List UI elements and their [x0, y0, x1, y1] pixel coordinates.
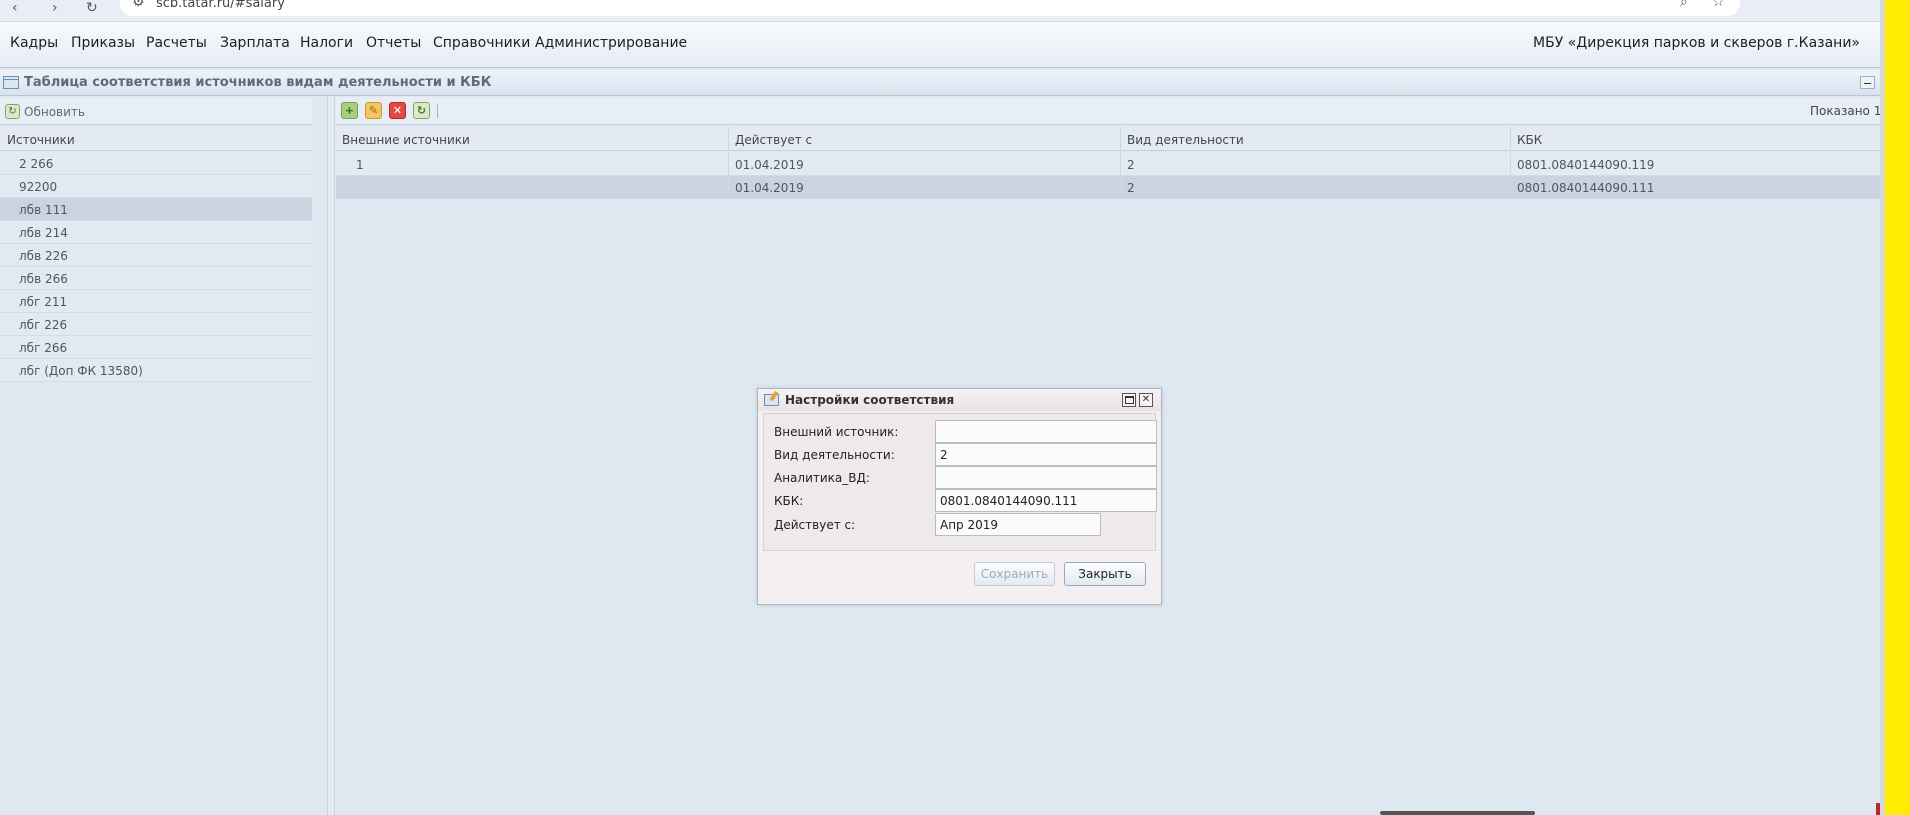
- refresh-sources-button[interactable]: ↻ Обновить: [5, 103, 85, 120]
- column-header-activity-type[interactable]: Вид деятельности: [1120, 127, 1510, 151]
- external-source-field[interactable]: [935, 420, 1157, 443]
- toolbar-separator: [437, 104, 438, 118]
- main-menu: Кадры Приказы Расчеты Зарплата Налоги От…: [0, 22, 1880, 68]
- site-info-icon[interactable]: ⚙: [132, 0, 145, 10]
- activity-type-label: Вид деятельности:: [774, 448, 895, 462]
- activity-type-field[interactable]: [935, 443, 1157, 466]
- close-icon[interactable]: ✕: [1139, 393, 1153, 407]
- back-icon[interactable]: ‹: [12, 0, 18, 16]
- reload-icon[interactable]: ↻: [86, 0, 98, 16]
- pane-splitter[interactable]: [327, 97, 335, 815]
- url-text: scb.tatar.ru/#salary: [156, 0, 285, 11]
- column-header-external-sources[interactable]: Внешние источники: [336, 127, 728, 151]
- sources-column-header[interactable]: Источники: [0, 127, 312, 151]
- mapping-settings-dialog: Настройки соответствия ✕ Внешний источни…: [757, 388, 1162, 605]
- dialog-titlebar[interactable]: Настройки соответствия ✕: [758, 389, 1161, 411]
- refresh-label: Обновить: [24, 104, 85, 119]
- cell-active-from: 01.04.2019: [728, 176, 1120, 199]
- paging-info: Показано 1-2: [1810, 104, 1880, 118]
- browser-toolbar: ‹ › ↻ ⚙ scb.tatar.ru/#salary ⌕ ☆: [0, 0, 1910, 22]
- menu-item-nalogi[interactable]: Налоги: [300, 35, 353, 51]
- corner-marker: [1876, 803, 1880, 815]
- list-item[interactable]: лбг (Доп ФК 13580): [0, 359, 312, 382]
- bookmark-star-icon[interactable]: ☆: [1712, 0, 1725, 10]
- cell-kbk: 0801.0840144090.119: [1510, 153, 1880, 176]
- list-item[interactable]: лбв 111: [0, 198, 312, 221]
- panel-title: Таблица соответствия источников видам де…: [24, 75, 492, 90]
- dialog-form: Внешний источник: Вид деятельности: Анал…: [763, 413, 1157, 551]
- dialog-title: Настройки соответствия: [785, 393, 955, 407]
- list-item[interactable]: лбг 226: [0, 313, 312, 336]
- table-icon: [3, 76, 19, 89]
- menu-item-otchety[interactable]: Отчеты: [366, 35, 421, 51]
- cell-external-source: 1: [356, 158, 364, 172]
- cell-activity-type: 2: [1120, 176, 1510, 199]
- sources-list: 2 266 92200 лбв 111 лбв 214 лбв 226 лбв …: [0, 152, 312, 382]
- close-button[interactable]: Закрыть: [1064, 562, 1146, 586]
- list-item[interactable]: лбв 226: [0, 244, 312, 267]
- kbk-label: КБК:: [774, 494, 804, 508]
- cell-external-source: [336, 176, 728, 199]
- search-icon[interactable]: ⌕: [1680, 0, 1688, 10]
- organization-name: МБУ «Дирекция парков и скверов г.Казани»: [1533, 35, 1860, 51]
- kbk-field[interactable]: [935, 489, 1157, 512]
- table-row[interactable]: 01.04.2019 2 0801.0840144090.111: [336, 176, 1880, 199]
- list-item[interactable]: лбг 211: [0, 290, 312, 313]
- forward-icon[interactable]: ›: [52, 0, 58, 16]
- bottom-handle: [1380, 811, 1535, 815]
- external-source-label: Внешний источник:: [774, 425, 899, 439]
- edit-icon: [764, 394, 779, 406]
- menu-item-zarplata[interactable]: Зарплата: [220, 35, 290, 51]
- menu-item-raschety[interactable]: Расчеты: [146, 35, 207, 51]
- dialog-footer: Сохранить Закрыть: [758, 555, 1161, 604]
- menu-item-administrirovanie[interactable]: Администрирование: [535, 35, 687, 51]
- refresh-icon: ↻: [5, 104, 20, 119]
- sources-toolbar: ↻ Обновить: [0, 97, 312, 125]
- cell-activity-type: 2: [1120, 153, 1510, 176]
- analytics-vd-field[interactable]: [935, 466, 1157, 489]
- sources-header-label: Источники: [7, 133, 75, 147]
- column-header-active-from[interactable]: Действует с: [728, 127, 1120, 151]
- panel-header: Таблица соответствия источников видам де…: [0, 70, 1880, 96]
- delete-icon[interactable]: ✕: [389, 102, 406, 119]
- add-icon[interactable]: +: [341, 102, 358, 119]
- refresh-icon[interactable]: ↻: [413, 102, 430, 119]
- save-button[interactable]: Сохранить: [974, 562, 1055, 586]
- list-item[interactable]: 2 266: [0, 152, 312, 175]
- cell-kbk: 0801.0840144090.111: [1510, 176, 1880, 199]
- grid-header: Внешние источники Действует с Вид деятел…: [336, 127, 1880, 151]
- table-row[interactable]: 1 01.04.2019 2 0801.0840144090.119: [336, 153, 1880, 176]
- list-item[interactable]: лбв 214: [0, 221, 312, 244]
- active-from-field[interactable]: [935, 513, 1101, 536]
- menu-item-prikazy[interactable]: Приказы: [71, 35, 135, 51]
- active-from-label: Действует с:: [774, 518, 856, 532]
- edit-icon[interactable]: ✎: [365, 102, 382, 119]
- column-header-kbk[interactable]: КБК: [1510, 127, 1880, 151]
- cell-active-from: 01.04.2019: [728, 153, 1120, 176]
- list-item[interactable]: лбв 266: [0, 267, 312, 290]
- maximize-icon[interactable]: [1122, 393, 1136, 407]
- list-item[interactable]: 92200: [0, 175, 312, 198]
- list-item[interactable]: лбг 266: [0, 336, 312, 359]
- menu-item-spravochniki[interactable]: Справочники: [433, 35, 530, 51]
- grid-toolbar: + ✎ ✕ ↻ Показано 1-2: [336, 97, 1880, 125]
- analytics-vd-label: Аналитика_ВД:: [774, 471, 870, 485]
- address-bar[interactable]: ⚙ scb.tatar.ru/#salary ⌕ ☆: [120, 0, 1740, 16]
- collapse-panel-button[interactable]: [1860, 76, 1875, 89]
- side-strip: [1885, 0, 1910, 815]
- menu-item-kadry[interactable]: Кадры: [10, 35, 58, 51]
